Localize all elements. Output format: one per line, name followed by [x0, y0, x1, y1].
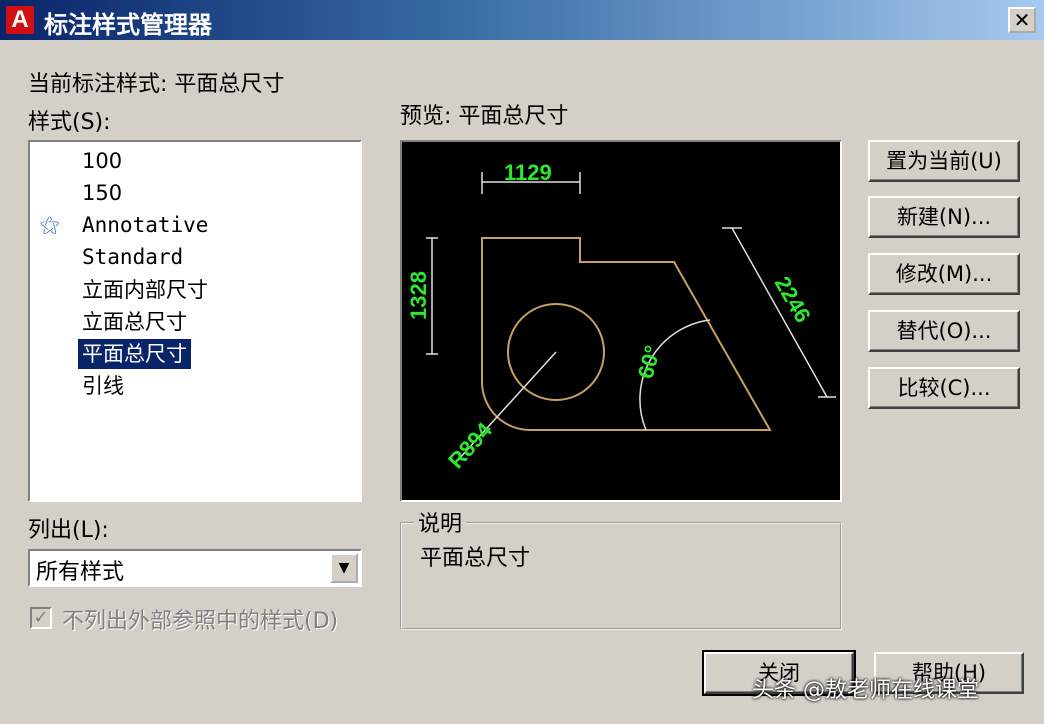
compare-style-button[interactable]: 比较(C)...	[868, 367, 1020, 409]
style-item-elevation-internal[interactable]: 立面内部尺寸	[78, 275, 212, 305]
exclude-xref-checkbox[interactable]: ✓	[30, 607, 52, 629]
override-style-button[interactable]: 替代(O)...	[868, 310, 1020, 352]
style-item-100[interactable]: 100	[78, 146, 126, 176]
style-item-leader[interactable]: 引线	[78, 371, 128, 401]
dim-left-text: 1328	[406, 271, 431, 320]
autocad-logo-icon: A	[6, 6, 34, 34]
modify-style-button[interactable]: 修改(M)...	[868, 253, 1020, 295]
list-label: 列出(L):	[28, 518, 109, 543]
style-item-annotative[interactable]: Annotative	[78, 210, 212, 240]
title-bar: A 标注样式管理器 ✕	[0, 0, 1044, 40]
exclude-xref-label: 不列出外部参照中的样式(D)	[62, 609, 339, 634]
style-item-150[interactable]: 150	[78, 178, 126, 208]
list-filter-select[interactable]: 所有样式 ▼	[28, 549, 362, 587]
close-icon[interactable]: ✕	[1008, 7, 1036, 33]
window-title: 标注样式管理器	[44, 11, 212, 39]
set-current-button[interactable]: 置为当前(U)	[868, 140, 1020, 182]
dimension-preview-drawing: 1129 1328 2246 60° R894	[406, 160, 836, 473]
styles-list[interactable]: 100 150 ⚝ Annotative Standard 立面内部尺寸 立面总…	[28, 140, 362, 502]
style-item-elevation-total[interactable]: 立面总尺寸	[78, 307, 191, 337]
part-outline	[481, 237, 772, 431]
description-text: 平面总尺寸	[420, 546, 531, 571]
annotative-icon: ⚝	[40, 212, 60, 236]
preview-panel: 1129 1328 2246 60° R894	[400, 140, 842, 502]
new-style-button[interactable]: 新建(N)...	[868, 196, 1020, 238]
dim-angle-text: 60°	[633, 343, 666, 382]
dim-right-text: 2246	[770, 272, 816, 327]
list-filter-value: 所有样式	[36, 560, 125, 585]
style-item-plan-total[interactable]: 平面总尺寸	[78, 339, 191, 369]
watermark-text: 头条 @敖老师在线课堂	[752, 678, 979, 703]
description-title: 说明	[414, 506, 467, 538]
style-item-standard[interactable]: Standard	[78, 242, 187, 272]
preview-label: 预览: 平面总尺寸	[400, 104, 569, 129]
dropdown-arrow-icon[interactable]: ▼	[330, 553, 358, 583]
description-group	[400, 522, 842, 630]
dimension-lines	[426, 172, 836, 461]
current-style-label: 当前标注样式: 平面总尺寸	[28, 72, 285, 97]
styles-label: 样式(S):	[28, 110, 111, 135]
dim-top-text: 1129	[504, 160, 552, 185]
